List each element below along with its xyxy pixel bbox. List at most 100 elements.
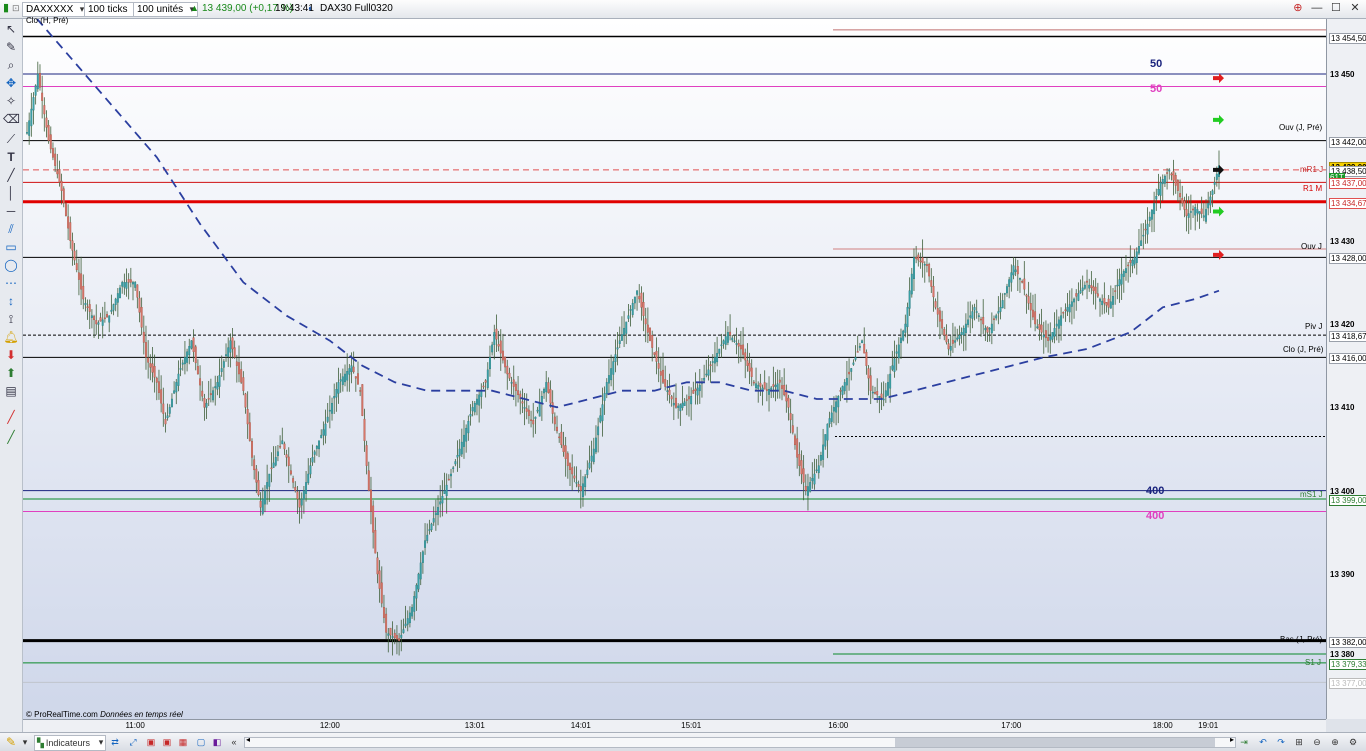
text-icon[interactable]: T [3, 149, 19, 165]
candle-body [925, 264, 928, 266]
up-arrow-icon: ▲ [190, 3, 199, 13]
candle-body [1062, 311, 1065, 314]
measure-icon[interactable]: ↕ [3, 293, 19, 309]
candle-body [276, 451, 279, 456]
indicators-dropdown-icon[interactable]: ▾ [96, 735, 106, 749]
window-icon[interactable]: ▣ [144, 735, 158, 749]
candle-body [499, 340, 502, 354]
candle-body [1198, 211, 1201, 215]
candle-body [251, 440, 253, 458]
sync-time-icon[interactable]: ⇥ [1238, 735, 1250, 749]
signal-icon[interactable]: ▮ [3, 1, 9, 16]
ellipse-icon[interactable]: ◯ [3, 257, 19, 273]
candle-body [631, 302, 634, 315]
redo-icon[interactable]: ↷ [1274, 735, 1288, 749]
maximize-button[interactable]: ☐ [1329, 1, 1343, 15]
candle-body [893, 358, 896, 372]
chevron-down-icon[interactable]: ▾ [20, 735, 30, 749]
scrollbar-thumb[interactable] [895, 738, 1215, 747]
candle-body [527, 409, 530, 416]
pencil-tool-icon[interactable]: ✎ [4, 735, 18, 749]
zoom-fit-icon[interactable]: ⊞ [1292, 735, 1306, 749]
candle-body [1070, 301, 1073, 307]
zoom-out-icon[interactable]: ⊖ [1310, 735, 1324, 749]
alert-bell-icon[interactable]: 🔔︎ [3, 329, 19, 345]
candle-body [86, 306, 89, 308]
price-axis[interactable]: 13 454,5013 45013 442,0013 439,0013 438,… [1326, 19, 1366, 719]
time-axis[interactable]: 11:00 12:00 13:01 14:01 15:01 16:00 17:00 18:00… [23, 719, 1326, 733]
close-button[interactable]: ✕ [1348, 1, 1362, 15]
candle-body [75, 263, 78, 271]
grid-icon[interactable]: ▦ [176, 735, 190, 749]
template-icon[interactable]: ▤ [3, 383, 19, 399]
candle-body [428, 529, 431, 531]
vertical-line-icon[interactable]: │ [3, 185, 19, 201]
horizontal-scrollbar[interactable]: ◂ ▸ [244, 735, 1236, 748]
ruler-icon[interactable]: ⟟ [3, 311, 19, 327]
compare-icon[interactable]: ◧ [210, 735, 224, 749]
trash-icon[interactable]: ⌫ [3, 111, 20, 127]
candle-body [1044, 330, 1047, 339]
candle-body [887, 382, 889, 396]
candle-body [876, 391, 879, 396]
candle-body [64, 203, 67, 216]
candle-body [1025, 294, 1028, 297]
candle-body [902, 330, 905, 341]
candle-body [1213, 182, 1216, 185]
candle-body [473, 402, 476, 413]
candle-body [393, 633, 396, 639]
candle-body [240, 369, 243, 383]
move-icon[interactable]: ✥ [3, 75, 19, 91]
zoom-icon[interactable]: ⌕ [3, 57, 19, 73]
candle-body [1027, 296, 1030, 304]
settings-icon[interactable]: ⚙ [1346, 735, 1360, 749]
candle-body [99, 317, 102, 322]
candle-body [1042, 334, 1045, 338]
candle-body [858, 346, 861, 348]
fibonacci-icon[interactable]: ⋯ [3, 275, 19, 291]
candle-body [625, 321, 628, 334]
lock-icon[interactable]: ⊡ [12, 1, 20, 16]
candle-body [380, 582, 383, 604]
green-line-icon[interactable]: ╱ [3, 429, 19, 445]
candle-body [1055, 323, 1058, 327]
trendline-icon[interactable]: ╱ [3, 167, 19, 183]
time-axis-label: 19:01 [1198, 721, 1219, 730]
candle-body [264, 490, 266, 505]
scroll-left-icon[interactable]: « [228, 735, 240, 749]
pencil-icon[interactable]: ✎ [3, 39, 19, 55]
candle-body [318, 440, 321, 450]
zoom-in-icon[interactable]: ⊕ [1328, 735, 1342, 749]
rectangle-icon[interactable]: ▭ [3, 239, 19, 255]
screenshot-icon[interactable]: ▢ [194, 735, 208, 749]
brush-icon[interactable]: ⟋ [3, 131, 19, 147]
candle-body [136, 284, 139, 298]
sell-arrow-icon[interactable]: ⬇ [3, 347, 19, 363]
candle-body [685, 399, 688, 401]
scroll-prev-icon[interactable]: ◂ [246, 735, 250, 744]
minimize-button[interactable]: — [1310, 1, 1324, 15]
candle-body [365, 445, 368, 466]
candle-body [813, 473, 816, 485]
sync-icon[interactable]: ⊕ [1291, 1, 1305, 15]
buy-arrow-icon[interactable]: ⬆ [3, 365, 19, 381]
horizontal-line-icon[interactable]: ─ [3, 203, 19, 219]
candle-body [108, 315, 111, 323]
channel-icon[interactable]: ⫽ [3, 221, 19, 237]
scroll-next-icon[interactable]: ▸ [1230, 735, 1234, 744]
undo-icon[interactable]: ↶ [1256, 735, 1270, 749]
layout-icon[interactable]: ▣ [160, 735, 174, 749]
instrument-select[interactable]: DAXXXXX [22, 2, 89, 17]
magic-icon[interactable]: ✧ [3, 93, 19, 109]
price-chart[interactable] [23, 19, 1326, 719]
candle-body [1142, 234, 1145, 237]
cursor-icon[interactable]: ↖ [3, 21, 19, 37]
candle-body [391, 636, 394, 638]
candle-body [1047, 337, 1050, 341]
expand-icon[interactable]: ⤢ [126, 735, 140, 749]
units-select[interactable]: 100 unités [133, 2, 199, 17]
share-icon[interactable]: ⇄ [108, 735, 122, 749]
red-line-icon[interactable]: ╱ [3, 409, 19, 425]
candle-body [179, 368, 182, 370]
price-axis-label: 13 377,00 [1329, 678, 1366, 690]
